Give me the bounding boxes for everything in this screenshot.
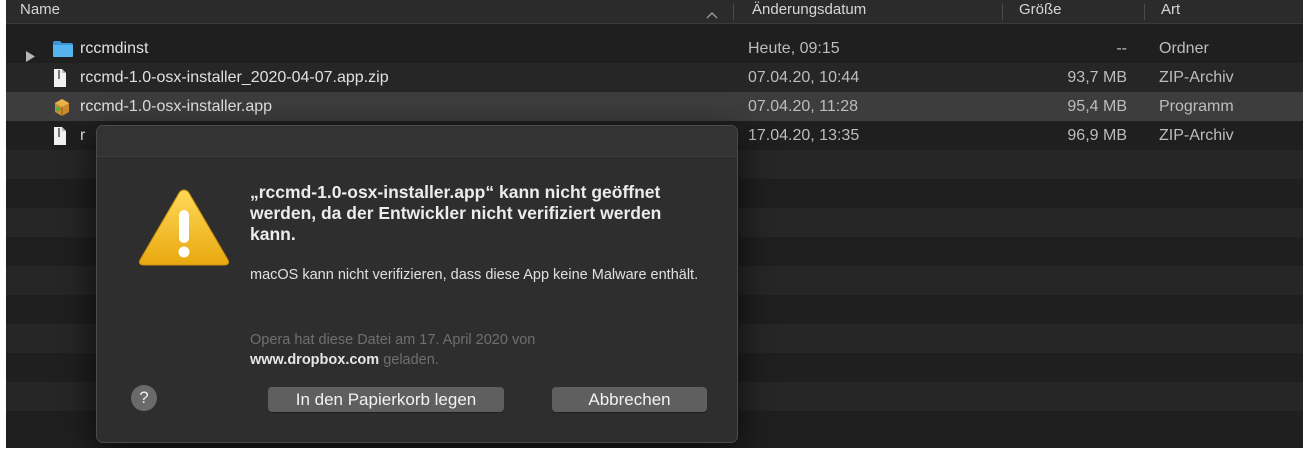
column-separator[interactable] [1144, 4, 1145, 20]
column-separator[interactable] [1002, 4, 1003, 20]
file-size: 96,9 MB [1067, 127, 1127, 144]
file-kind: Programm [1159, 98, 1234, 115]
column-header-date[interactable]: Änderungsdatum [752, 0, 866, 23]
file-kind: Ordner [1159, 40, 1209, 57]
file-name: rccmd-1.0-osx-installer_2020-04-07.app.z… [80, 69, 389, 86]
gatekeeper-alert-dialog: „rccmd-1.0-osx-installer.app“ kann nicht… [96, 125, 738, 443]
column-separator[interactable] [733, 4, 734, 20]
dialog-title: „rccmd-1.0-osx-installer.app“ kann nicht… [250, 182, 662, 244]
file-size: 93,7 MB [1067, 69, 1127, 86]
file-name: rccmd-1.0-osx-installer.app [80, 98, 273, 115]
dialog-message: macOS kann nicht verifizieren, dass dies… [250, 267, 699, 283]
file-date: 07.04.20, 10:44 [748, 69, 860, 86]
column-header-bar: Name Änderungsdatum Größe Art [6, 0, 1303, 24]
file-row-zip[interactable]: rccmd-1.0-osx-installer_2020-04-07.app.z… [6, 63, 1303, 92]
move-to-trash-button[interactable]: In den Papierkorb legen [268, 387, 504, 412]
dialog-titlebar[interactable] [97, 126, 737, 157]
file-size: -- [1116, 40, 1127, 57]
download-note-prefix: Opera hat diese Datei am 17. April 2020 … [250, 332, 536, 348]
file-row-app[interactable]: rccmd-1.0-osx-installer.app 07.04.20, 11… [6, 92, 1303, 121]
dialog-download-note: Opera hat diese Datei am 17. April 2020 … [250, 330, 680, 370]
file-name: rccmdinst [80, 40, 149, 57]
file-kind: ZIP-Archiv [1159, 69, 1234, 86]
download-note-suffix: geladen. [383, 352, 439, 368]
sort-chevron-icon[interactable] [706, 6, 718, 23]
download-source: www.dropbox.com [250, 352, 380, 368]
file-date: Heute, 09:15 [748, 40, 840, 57]
finder-window: Name Änderungsdatum Größe Art rccmdinst … [6, 0, 1303, 448]
help-button[interactable]: ? [131, 385, 157, 411]
file-name: r [80, 127, 86, 144]
column-header-kind[interactable]: Art [1161, 0, 1180, 23]
file-kind: ZIP-Archiv [1159, 127, 1234, 144]
column-header-name[interactable]: Name [20, 0, 60, 23]
file-size: 95,4 MB [1067, 98, 1127, 115]
file-date: 17.04.20, 13:35 [748, 127, 860, 144]
warning-icon [137, 186, 231, 273]
cancel-button[interactable]: Abbrechen [552, 387, 707, 412]
file-date: 07.04.20, 11:28 [748, 98, 859, 115]
column-header-size[interactable]: Größe [1019, 0, 1062, 23]
file-row-rccmdinst[interactable]: rccmdinst Heute, 09:15 -- Ordner [6, 34, 1303, 63]
